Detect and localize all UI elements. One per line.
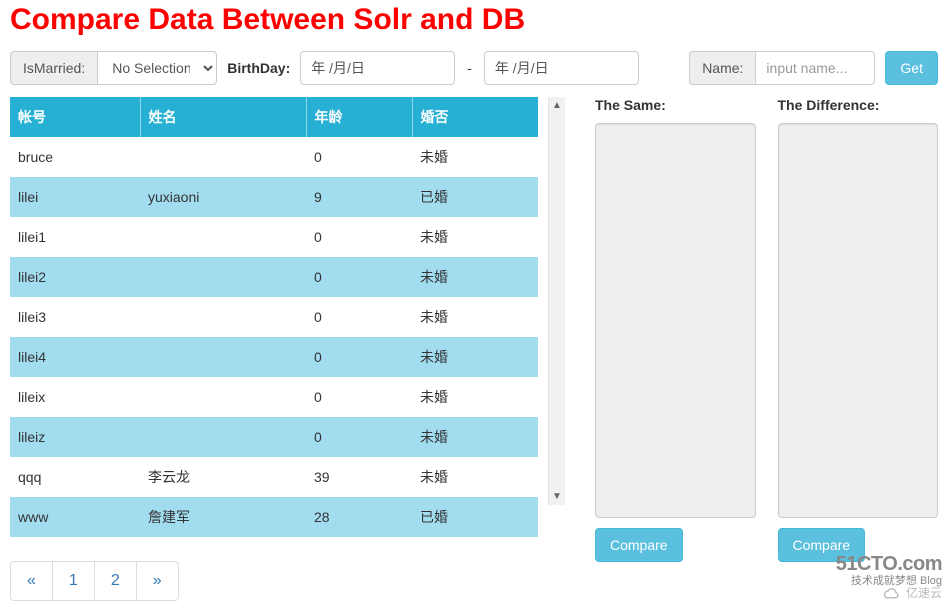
birthday-label: BirthDay:: [227, 60, 290, 76]
same-textarea[interactable]: [595, 123, 756, 518]
table-row[interactable]: lilei4 0未婚: [10, 337, 538, 377]
scroll-up-icon[interactable]: ▲: [549, 97, 565, 114]
page-2[interactable]: 2: [94, 561, 137, 601]
table-cell: www: [10, 497, 140, 537]
table-cell: 未婚: [412, 377, 538, 417]
table-cell: lilei1: [10, 217, 140, 257]
table-cell: 9: [306, 177, 412, 217]
table-cell: qqq: [10, 457, 140, 497]
get-button[interactable]: Get: [885, 51, 938, 85]
data-table: 帐号 姓名 年龄 婚否 bruce0未婚lileiyuxiaoni9已婚lile…: [10, 97, 538, 537]
table-cell: 未婚: [412, 297, 538, 337]
table-row[interactable]: lileiz 0未婚: [10, 417, 538, 457]
table-cell: bruce: [10, 137, 140, 177]
table-cell: 28: [306, 497, 412, 537]
table-row[interactable]: lilei2 0未婚: [10, 257, 538, 297]
table-cell: 未婚: [412, 337, 538, 377]
table-row[interactable]: lileix 0未婚: [10, 377, 538, 417]
diff-panel: The Difference: Compare: [778, 97, 939, 562]
table-cell: lilei3: [10, 297, 140, 337]
table-cell: 未婚: [412, 217, 538, 257]
table-row[interactable]: lilei1 0未婚: [10, 217, 538, 257]
table-row[interactable]: qqq李云龙39未婚: [10, 457, 538, 497]
page-title: Compare Data Between Solr and DB: [10, 3, 938, 37]
pagination: « 1 2 »: [10, 561, 179, 601]
table-cell: lileix: [10, 377, 140, 417]
table-cell: 0: [306, 297, 412, 337]
table-scroll-wrap: 帐号 姓名 年龄 婚否 bruce0未婚lileiyuxiaoni9已婚lile…: [10, 97, 565, 537]
table-row[interactable]: www詹建军28已婚: [10, 497, 538, 537]
table-cell: 0: [306, 377, 412, 417]
table-cell: 0: [306, 217, 412, 257]
table-cell: 詹建军: [140, 497, 306, 537]
page-prev[interactable]: «: [10, 561, 53, 601]
table-cell: 0: [306, 417, 412, 457]
birthday-from[interactable]: [300, 51, 455, 85]
table-cell: 未婚: [412, 137, 538, 177]
compare-button-same[interactable]: Compare: [595, 528, 683, 562]
table-cell: [140, 137, 306, 177]
table-cell: 李云龙: [140, 457, 306, 497]
date-separator: -: [465, 60, 474, 76]
table-cell: lilei: [10, 177, 140, 217]
married-group: IsMarried: No Selection: [10, 51, 217, 85]
th-age: 年龄: [306, 97, 412, 137]
toolbar: IsMarried: No Selection BirthDay: - Name…: [10, 51, 938, 85]
table-cell: 0: [306, 257, 412, 297]
name-group: Name:: [689, 51, 875, 85]
right-column: The Same: Compare The Difference: Compar…: [595, 97, 938, 562]
scroll-down-icon[interactable]: ▼: [549, 488, 565, 505]
table-cell: [140, 297, 306, 337]
table-row[interactable]: bruce 0未婚: [10, 137, 538, 177]
scrollbar[interactable]: ▲ ▼: [548, 97, 565, 505]
left-column: 帐号 姓名 年龄 婚否 bruce0未婚lileiyuxiaoni9已婚lile…: [10, 97, 565, 601]
birthday-to[interactable]: [484, 51, 639, 85]
table-cell: [140, 337, 306, 377]
name-input[interactable]: [755, 51, 875, 85]
table-cell: lilei4: [10, 337, 140, 377]
table-cell: 未婚: [412, 257, 538, 297]
table-cell: yuxiaoni: [140, 177, 306, 217]
table-cell: lilei2: [10, 257, 140, 297]
same-title: The Same:: [595, 97, 756, 113]
table-cell: [140, 377, 306, 417]
table-cell: 未婚: [412, 417, 538, 457]
table-cell: 0: [306, 337, 412, 377]
table-row[interactable]: lileiyuxiaoni9已婚: [10, 177, 538, 217]
compare-button-diff[interactable]: Compare: [778, 528, 866, 562]
table-cell: 已婚: [412, 497, 538, 537]
th-account: 帐号: [10, 97, 140, 137]
table-cell: [140, 217, 306, 257]
table-cell: 39: [306, 457, 412, 497]
table-cell: [140, 257, 306, 297]
table-cell: 未婚: [412, 457, 538, 497]
table-row[interactable]: lilei3 0未婚: [10, 297, 538, 337]
page-1[interactable]: 1: [52, 561, 95, 601]
diff-textarea[interactable]: [778, 123, 939, 518]
married-label: IsMarried:: [10, 51, 97, 85]
diff-title: The Difference:: [778, 97, 939, 113]
name-label: Name:: [689, 51, 755, 85]
th-married: 婚否: [412, 97, 538, 137]
same-panel: The Same: Compare: [595, 97, 756, 562]
table-cell: 0: [306, 137, 412, 177]
main-row: 帐号 姓名 年龄 婚否 bruce0未婚lileiyuxiaoni9已婚lile…: [10, 97, 938, 601]
table-cell: lileiz: [10, 417, 140, 457]
table-cell: [140, 417, 306, 457]
page-next[interactable]: »: [136, 561, 179, 601]
th-name: 姓名: [140, 97, 306, 137]
table-cell: 已婚: [412, 177, 538, 217]
married-select[interactable]: No Selection: [97, 51, 217, 85]
